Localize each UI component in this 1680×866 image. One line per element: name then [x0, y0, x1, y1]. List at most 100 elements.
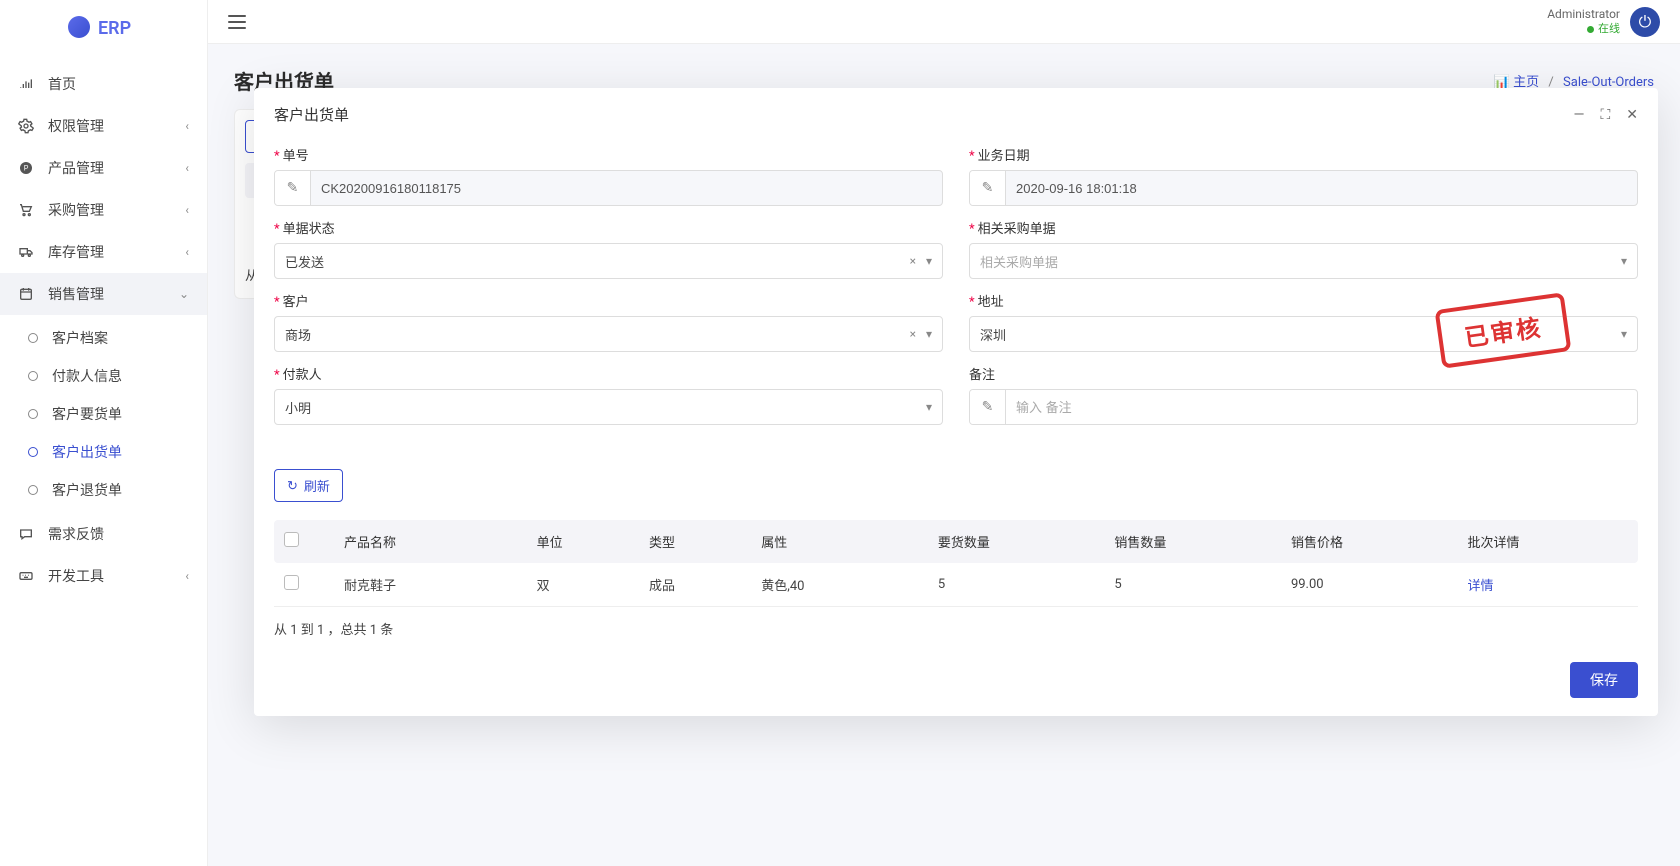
sidebar: ERP 首页 权限管理 ‹ P 产品管理 ‹ 采购管理 ‹ 库存管理 ‹	[0, 0, 208, 866]
th-attr: 属性	[761, 532, 938, 551]
nav-sales-sub: 客户档案 付款人信息 客户要货单 客户出货单 客户退货单	[0, 315, 207, 513]
chevron-down-icon: ▾	[926, 400, 932, 414]
chevron-left-icon: ‹	[185, 245, 189, 259]
date-input[interactable]: ✎	[969, 170, 1638, 206]
power-button[interactable]: ⏻	[1630, 7, 1660, 37]
user-area: Administrator 在线 ⏻	[1547, 7, 1660, 37]
product-icon: P	[18, 160, 34, 176]
label-date: 业务日期	[978, 149, 1030, 164]
maximize-button[interactable]: ⛶	[1600, 107, 1610, 123]
orderno-input[interactable]: ✎	[274, 170, 943, 206]
sub-label: 付款人信息	[52, 366, 122, 386]
row-checkbox[interactable]	[284, 575, 299, 590]
chevron-left-icon: ‹	[185, 161, 189, 175]
chevron-left-icon: ‹	[185, 203, 189, 217]
label-status: 单据状态	[283, 222, 335, 237]
save-button[interactable]: 保存	[1570, 662, 1638, 698]
nav-label: 产品管理	[48, 158, 104, 178]
sub-label: 客户出货单	[52, 442, 122, 462]
items-table: 产品名称 单位 类型 属性 要货数量 销售数量 销售价格 批次详情 耐克鞋子	[274, 520, 1638, 607]
brand-logo-icon	[68, 16, 90, 38]
chat-icon	[18, 526, 34, 542]
circle-icon	[28, 409, 38, 419]
nav-permission[interactable]: 权限管理 ‹	[0, 105, 207, 147]
th-unit: 单位	[537, 532, 649, 551]
nav-label: 需求反馈	[48, 524, 104, 544]
label-payer: 付款人	[283, 368, 322, 383]
address-select[interactable]: 深圳 ▾	[969, 316, 1638, 352]
brand-text: ERP	[98, 18, 131, 39]
nav-feedback[interactable]: 需求反馈	[0, 513, 207, 555]
sub-sale-return[interactable]: 客户退货单	[0, 471, 207, 509]
nav: 首页 权限管理 ‹ P 产品管理 ‹ 采购管理 ‹ 库存管理 ‹ 销售管理 ⌄	[0, 53, 207, 597]
chevron-left-icon: ‹	[185, 119, 189, 133]
payer-value: 小明	[285, 398, 311, 417]
th-need: 要货数量	[938, 532, 1115, 551]
edit-icon: ✎	[970, 390, 1006, 424]
label-orderno: 单号	[283, 149, 309, 164]
clear-icon[interactable]: ×	[910, 254, 916, 268]
customer-value: 商场	[285, 325, 311, 344]
batch-detail-link[interactable]: 详情	[1468, 575, 1629, 594]
cell-name: 耐克鞋子	[344, 575, 537, 594]
clear-icon[interactable]: ×	[910, 327, 916, 341]
circle-icon	[28, 333, 38, 343]
chevron-down-icon: ▾	[926, 327, 932, 341]
sub-sale-out[interactable]: 客户出货单	[0, 433, 207, 471]
th-price: 销售价格	[1291, 532, 1468, 551]
cell-need: 5	[938, 577, 1115, 592]
chevron-down-icon: ▾	[1621, 327, 1627, 341]
label-address: 地址	[978, 295, 1004, 310]
menu-toggle-button[interactable]	[228, 15, 246, 29]
chevron-down-icon: ▾	[1621, 254, 1627, 268]
status-value: 已发送	[285, 252, 324, 271]
form: *单号 ✎ *业务日期 ✎	[254, 141, 1658, 455]
user-name: Administrator	[1547, 7, 1620, 23]
modal-pagination-info: 从 1 到 1 ，总共 1 条	[254, 611, 1658, 652]
status-select[interactable]: 已发送 ×▾	[274, 243, 943, 279]
nav-devtools[interactable]: 开发工具 ‹	[0, 555, 207, 597]
select-all-checkbox[interactable]	[284, 532, 299, 547]
calendar-icon	[18, 286, 34, 302]
circle-icon	[28, 447, 38, 457]
topbar: Administrator 在线 ⏻	[208, 0, 1680, 44]
circle-icon	[28, 371, 38, 381]
nav-product[interactable]: P 产品管理 ‹	[0, 147, 207, 189]
cell-type: 成品	[649, 575, 761, 594]
circle-icon	[28, 485, 38, 495]
customer-select[interactable]: 商场 × ▾	[274, 316, 943, 352]
cell-unit: 双	[537, 575, 649, 594]
svg-text:P: P	[24, 164, 29, 173]
address-value: 深圳	[980, 325, 1006, 344]
sub-customer-order[interactable]: 客户要货单	[0, 395, 207, 433]
edit-icon: ✎	[275, 171, 311, 205]
sub-payer-info[interactable]: 付款人信息	[0, 357, 207, 395]
nav-label: 权限管理	[48, 116, 104, 136]
edit-icon: ✎	[970, 171, 1006, 205]
payer-select[interactable]: 小明 ▾	[274, 389, 943, 425]
label-customer: 客户	[283, 295, 309, 310]
purchase-select[interactable]: 相关采购单据 ▾	[969, 243, 1638, 279]
modal-refresh-button[interactable]: ↻刷新	[274, 469, 343, 502]
cart-icon	[18, 202, 34, 218]
nav-purchase[interactable]: 采购管理 ‹	[0, 189, 207, 231]
modal: 客户出货单 — ⛶ ✕ *单号 ✎	[254, 88, 1658, 716]
nav-home[interactable]: 首页	[0, 63, 207, 105]
sub-customer-archive[interactable]: 客户档案	[0, 319, 207, 357]
note-input[interactable]: ✎	[969, 389, 1638, 425]
chevron-left-icon: ‹	[185, 569, 189, 583]
refresh-icon: ↻	[287, 478, 298, 494]
table-row: 耐克鞋子 双 成品 黄色,40 5 5 99.00 详情	[274, 563, 1638, 607]
nav-stock[interactable]: 库存管理 ‹	[0, 231, 207, 273]
th-name: 产品名称	[344, 532, 537, 551]
sub-label: 客户退货单	[52, 480, 122, 500]
close-button[interactable]: ✕	[1626, 107, 1638, 123]
chevron-down-icon: ⌄	[179, 287, 189, 301]
nav-label: 采购管理	[48, 200, 104, 220]
nav-sales[interactable]: 销售管理 ⌄	[0, 273, 207, 315]
brand: ERP	[0, 0, 207, 53]
user-status: 在线	[1547, 22, 1620, 36]
minimize-button[interactable]: —	[1574, 107, 1585, 123]
th-type: 类型	[649, 532, 761, 551]
nav-label: 开发工具	[48, 566, 104, 586]
